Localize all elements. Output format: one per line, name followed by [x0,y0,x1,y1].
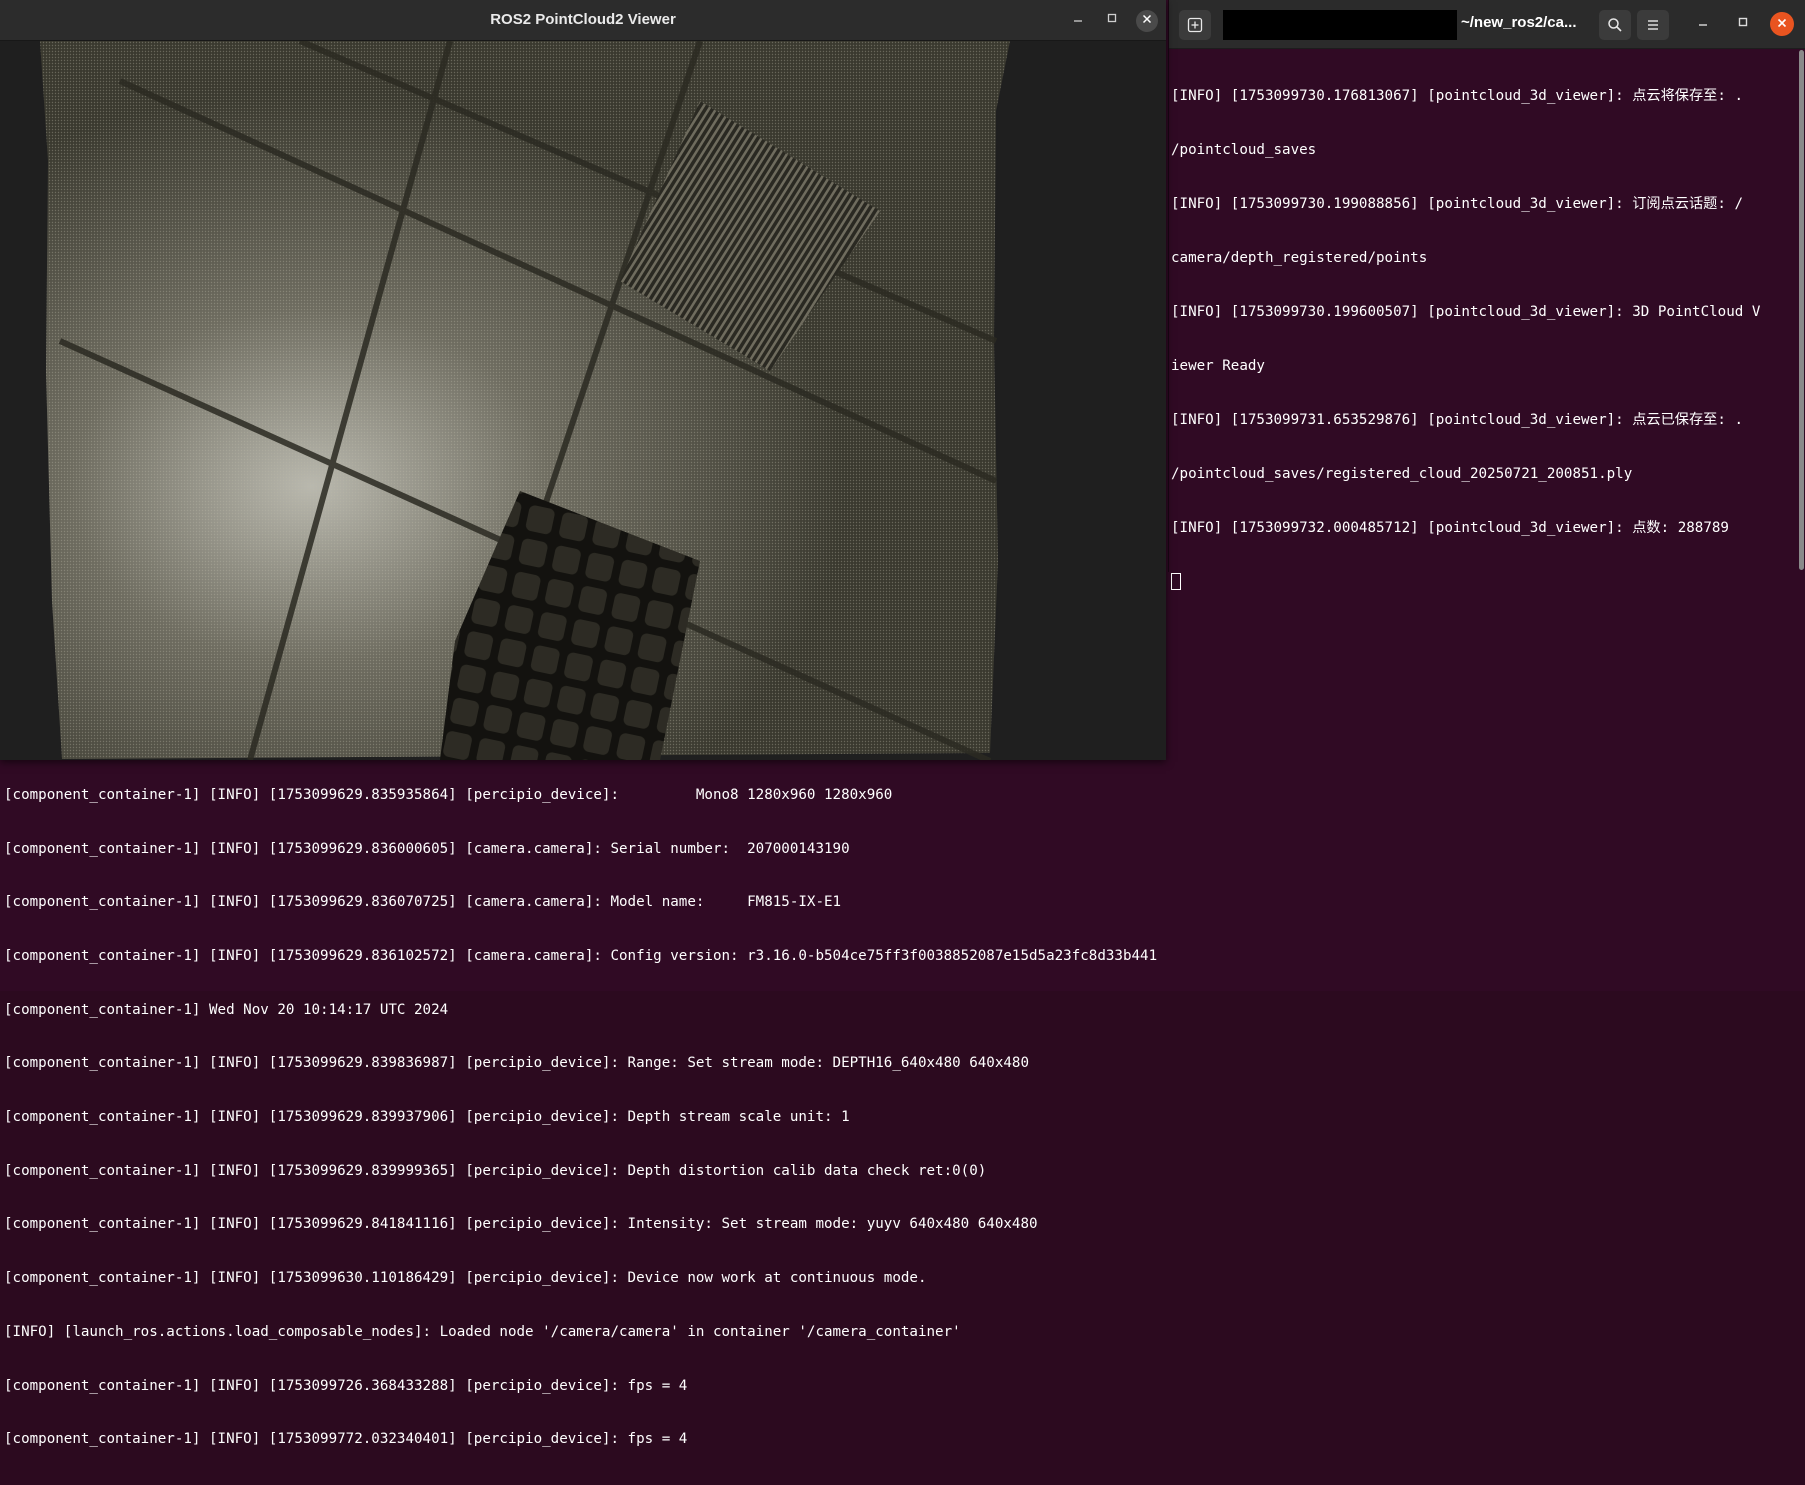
close-icon[interactable] [1136,10,1158,32]
terminal-line: [component_container-1] [INFO] [17530996… [4,1216,1038,1233]
viewer-title: ROS2 PointCloud2 Viewer [490,11,676,28]
terminal-line: [INFO] [1753099730.199600507] [pointclou… [1171,304,1761,320]
terminal-line: [component_container-1] Wed Nov 20 10:14… [4,1001,449,1018]
close-icon [1777,18,1787,28]
terminal-line: [component_container-1] [INFO] [17530996… [4,786,893,803]
terminal-line: [INFO] [1753099732.000485712] [pointclou… [1171,520,1729,536]
terminal-line: [component_container-1] [INFO] [17530996… [4,894,842,911]
terminal-line: iewer Ready [1171,358,1265,374]
close-icon[interactable] [1770,12,1794,36]
close-icon [1142,14,1152,24]
pointcloud-render-canvas[interactable] [0,41,1166,760]
minimize-icon [1699,24,1707,26]
terminal-line: camera/depth_registered/points [1171,250,1428,266]
terminal-line: [component_container-1] [INFO] [17530996… [4,1162,987,1179]
maximize-icon[interactable] [1102,10,1122,30]
viewer-titlebar[interactable]: ROS2 PointCloud2 Viewer [0,0,1166,41]
terminal-line: [INFO] [1753099730.176813067] [pointclou… [1171,88,1743,104]
maximize-icon [1107,13,1117,23]
new-tab-icon[interactable] [1179,10,1211,40]
text-cursor [1171,573,1181,590]
terminal-line: [component_container-1] [INFO] [17530996… [4,1270,927,1287]
terminal-line: /pointcloud_saves/registered_cloud_20250… [1171,466,1633,482]
terminal-line: [INFO] [1753099731.653529876] [pointclou… [1171,412,1743,428]
minimize-icon[interactable] [1068,10,1088,30]
terminal-line: [component_container-1] [INFO] [17530997… [4,1431,688,1448]
hamburger-menu-icon [1648,20,1658,30]
terminal-title: ~/new_ros2/ca... [1461,14,1577,31]
terminal-line: [component_container-1] [INFO] [17530996… [4,1055,1029,1072]
search-icon [1608,18,1622,32]
maximize-icon [1738,17,1748,27]
terminal-scrollbar[interactable] [1799,50,1804,570]
bottom-terminal-output: [component_container-1] [INFO] [17530996… [4,751,1801,1485]
minimize-icon [1074,20,1082,22]
terminal-line: [component_container-1] [INFO] [17530996… [4,840,850,857]
search-icon[interactable] [1599,10,1631,40]
minimize-icon[interactable] [1693,14,1713,34]
right-terminal-output: [INFO] [1753099730.176813067] [pointclou… [1171,51,1796,627]
terminal-line: [component_container-1] [INFO] [17530996… [4,1109,850,1126]
terminal-line: /pointcloud_saves [1171,142,1317,158]
terminal-line: [INFO] [launch_ros.actions.load_composab… [4,1323,961,1340]
terminal-line: [INFO] [1753099730.199088856] [pointclou… [1171,196,1743,212]
terminal-line: [component_container-1] [INFO] [17530996… [4,947,1158,964]
redacted-title-block [1223,10,1457,40]
terminal-prompt-line[interactable] [1171,573,1796,591]
pointcloud-viewer-window[interactable]: ROS2 PointCloud2 Viewer [0,0,1166,760]
new-tab-icon [1187,17,1203,33]
right-terminal-window[interactable]: ~/new_ros2/ca... [INFO] [1753099730.1768… [1168,0,1805,590]
terminal-titlebar[interactable]: ~/new_ros2/ca... [1169,0,1805,49]
hamburger-menu-icon[interactable] [1637,10,1669,40]
pointcloud-render [40,41,1010,760]
terminal-line: [component_container-1] [INFO] [17530997… [4,1377,688,1394]
maximize-icon[interactable] [1733,14,1753,34]
